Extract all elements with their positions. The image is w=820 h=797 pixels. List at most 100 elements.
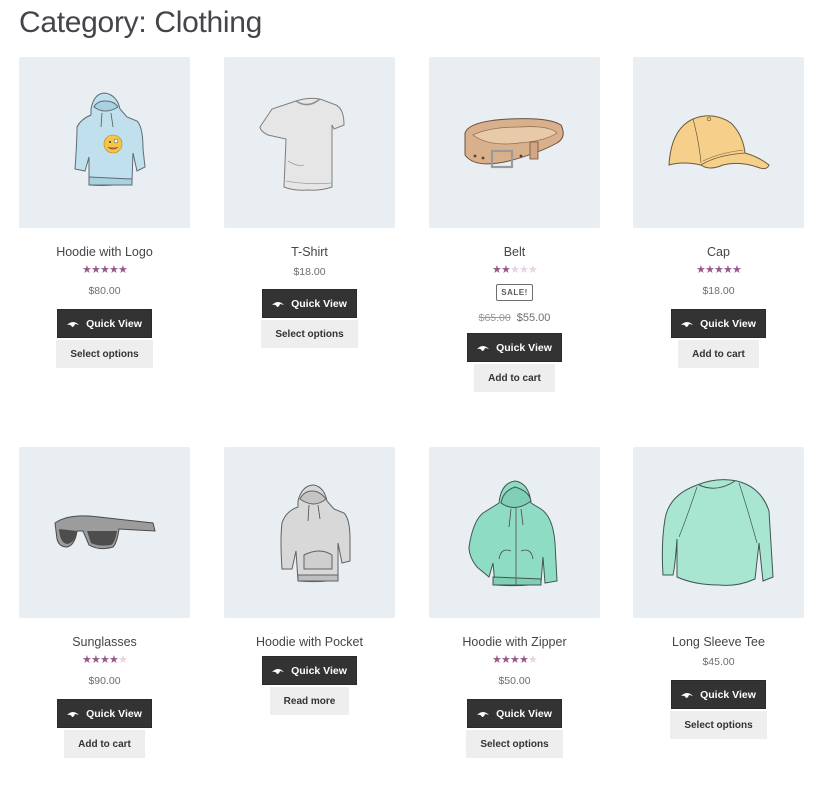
sunglasses-illustration — [54, 515, 156, 550]
star-filled-icon: ★ — [118, 264, 128, 276]
quick-view-button[interactable]: Quick View — [57, 699, 152, 728]
add-to-cart-button[interactable]: Add to cart — [474, 364, 555, 392]
star-empty-icon: ★ — [519, 264, 529, 276]
product-card: Long Sleeve Tee $45.00 Quick View Select… — [633, 447, 804, 739]
quick-view-label: Quick View — [291, 297, 347, 310]
eye-icon — [477, 345, 490, 351]
product-image-hoodie-with-pocket[interactable] — [224, 447, 395, 618]
star-filled-icon: ★ — [714, 264, 724, 276]
product-card: Cap ★★★★★ $18.00 Quick View Add to cart — [633, 57, 804, 368]
quick-view-label: Quick View — [86, 707, 142, 720]
eye-icon — [477, 711, 490, 717]
star-filled-icon: ★ — [82, 264, 92, 276]
quick-view-button[interactable]: Quick View — [262, 289, 357, 318]
select-options-button[interactable]: Select options — [670, 711, 767, 739]
regular-price: $80.00 — [88, 285, 121, 297]
product-name[interactable]: Hoodie with Pocket — [224, 634, 395, 650]
hoodie-with-logo-illustration — [74, 92, 146, 186]
star-filled-icon: ★ — [705, 264, 715, 276]
star-rating: ★★★★★ — [492, 654, 538, 666]
quick-view-button[interactable]: Quick View — [467, 699, 562, 728]
star-rating: ★★★★★ — [492, 264, 538, 276]
product-name[interactable]: Hoodie with Logo — [19, 244, 190, 260]
star-filled-icon: ★ — [510, 654, 520, 666]
product-card: Hoodie with Pocket Quick View Read more — [224, 447, 395, 715]
star-rating: ★★★★★ — [82, 264, 128, 276]
product-image-long-sleeve-tee[interactable] — [633, 447, 804, 618]
product-price: $90.00 — [19, 674, 190, 688]
product-image-hoodie-with-zipper[interactable] — [429, 447, 600, 618]
product-image-hoodie-with-logo[interactable] — [19, 57, 190, 228]
product-price: $45.00 — [633, 655, 804, 669]
product-name[interactable]: Cap — [633, 244, 804, 260]
quick-view-button[interactable]: Quick View — [467, 333, 562, 362]
star-filled-icon: ★ — [82, 654, 92, 666]
product-name[interactable]: Long Sleeve Tee — [633, 634, 804, 650]
star-filled-icon: ★ — [91, 264, 101, 276]
select-options-button[interactable]: Select options — [261, 320, 358, 348]
product-card: T-Shirt $18.00 Quick View Select options — [224, 57, 395, 348]
quick-view-button[interactable]: Quick View — [671, 680, 766, 709]
star-empty-icon: ★ — [528, 654, 538, 666]
star-filled-icon: ★ — [696, 264, 706, 276]
star-rating: ★★★★★ — [696, 264, 742, 276]
star-filled-icon: ★ — [492, 654, 502, 666]
product-card: Hoodie with Zipper ★★★★★ $50.00 Quick Vi… — [429, 447, 600, 758]
quick-view-button[interactable]: Quick View — [671, 309, 766, 338]
add-to-cart-button[interactable]: Add to cart — [64, 730, 145, 758]
quick-view-button[interactable]: Quick View — [57, 309, 152, 338]
long-sleeve-tee-illustration — [661, 479, 774, 586]
eye-icon — [67, 321, 80, 327]
star-filled-icon: ★ — [109, 654, 119, 666]
star-filled-icon: ★ — [492, 264, 502, 276]
regular-price: $18.00 — [702, 285, 735, 297]
quick-view-label: Quick View — [700, 317, 756, 330]
product-price: $50.00 — [429, 674, 600, 688]
regular-price: $18.00 — [293, 266, 326, 278]
product-price: $18.00 — [633, 284, 804, 298]
quick-view-label: Quick View — [86, 317, 142, 330]
eye-icon — [681, 321, 694, 327]
sale-badge: SALE! — [496, 284, 533, 301]
add-to-cart-button[interactable]: Add to cart — [678, 340, 759, 368]
star-rating: ★★★★★ — [82, 654, 128, 666]
read-more-button[interactable]: Read more — [269, 687, 350, 715]
product-image-cap[interactable] — [633, 57, 804, 228]
hoodie-with-pocket-illustration — [280, 484, 351, 583]
star-filled-icon: ★ — [723, 264, 733, 276]
product-image-belt[interactable] — [429, 57, 600, 228]
sale-price: $55.00 — [516, 312, 551, 324]
product-card: Sunglasses ★★★★★ $90.00 Quick View Add t… — [19, 447, 190, 758]
product-name[interactable]: Hoodie with Zipper — [429, 634, 600, 650]
t-shirt-illustration — [259, 97, 345, 191]
product-name[interactable]: Sunglasses — [19, 634, 190, 650]
select-options-button[interactable]: Select options — [56, 340, 153, 368]
quick-view-label: Quick View — [700, 688, 756, 701]
star-filled-icon: ★ — [501, 654, 511, 666]
star-filled-icon: ★ — [100, 264, 110, 276]
quick-view-label: Quick View — [496, 707, 552, 720]
product-image-sunglasses[interactable] — [19, 447, 190, 618]
quick-view-button[interactable]: Quick View — [262, 656, 357, 685]
eye-icon — [272, 668, 285, 674]
star-filled-icon: ★ — [91, 654, 101, 666]
product-card: Belt ★★★★★ SALE! $65.00 $55.00 Quick View… — [429, 57, 600, 392]
star-empty-icon: ★ — [528, 264, 538, 276]
hoodie-with-zipper-illustration — [468, 480, 558, 587]
product-price: $65.00 $55.00 — [429, 311, 600, 325]
star-filled-icon: ★ — [100, 654, 110, 666]
product-name[interactable]: Belt — [429, 244, 600, 260]
select-options-button[interactable]: Select options — [466, 730, 563, 758]
star-filled-icon: ★ — [109, 264, 119, 276]
star-empty-icon: ★ — [510, 264, 520, 276]
page-title: Category: Clothing — [19, 6, 263, 39]
regular-price: $45.00 — [702, 656, 735, 668]
star-filled-icon: ★ — [732, 264, 742, 276]
product-name[interactable]: T-Shirt — [224, 244, 395, 260]
regular-price: $90.00 — [88, 675, 121, 687]
regular-price: $50.00 — [498, 675, 531, 687]
product-price: $80.00 — [19, 284, 190, 298]
eye-icon — [681, 692, 694, 698]
product-card: Hoodie with Logo ★★★★★ $80.00 Quick View… — [19, 57, 190, 368]
product-image-t-shirt[interactable] — [224, 57, 395, 228]
